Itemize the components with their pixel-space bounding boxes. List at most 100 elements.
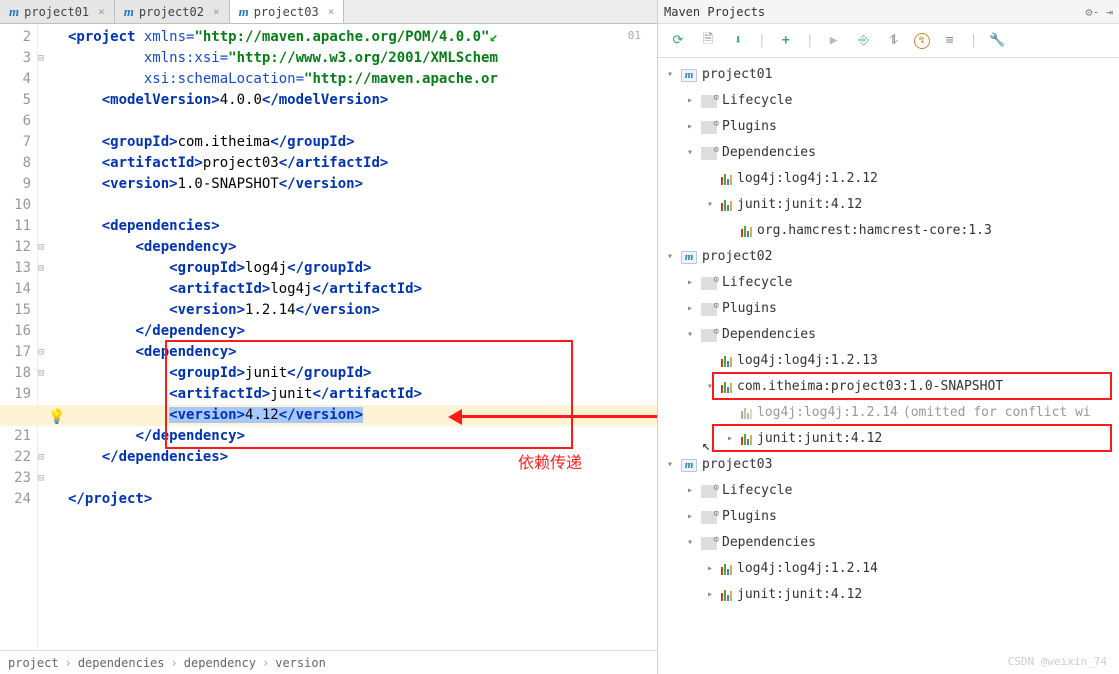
tab-project03[interactable]: mproject03×	[230, 0, 345, 23]
refresh-icon[interactable]: ⟳	[668, 31, 688, 51]
chevron-down-icon[interactable]: ▾	[664, 244, 676, 270]
tree-project02[interactable]: ▾project02	[664, 244, 1119, 270]
settings-icon[interactable]: 🔧	[987, 31, 1007, 51]
folder-gear-icon	[701, 277, 717, 290]
tree-label: Plugins	[722, 504, 777, 530]
run-icon[interactable]: ▶	[824, 31, 844, 51]
chevron-down-icon[interactable]: ▾	[684, 530, 696, 556]
crumb-dependency[interactable]: dependency	[184, 656, 256, 670]
attr-schema: xsi:schemaLocation=	[144, 71, 304, 87]
tree-dep-log4j[interactable]: log4j:log4j:1.2.13	[664, 348, 1119, 374]
gear-icon[interactable]: ⚙‑	[1085, 5, 1099, 19]
code-content[interactable]: <project xmlns="http://maven.apache.org/…	[52, 24, 498, 650]
maven-m-icon: m	[124, 4, 134, 20]
watermark: CSDN @weixin_74	[1008, 655, 1107, 668]
group-id-text: com.itheima	[178, 134, 271, 150]
maven-tree[interactable]: ▾project01 ▸Lifecycle ▸Plugins ▾Dependen…	[658, 58, 1119, 608]
tab-project01[interactable]: mproject01×	[0, 0, 115, 23]
close-icon[interactable]: ×	[98, 5, 105, 18]
dependency-icon	[721, 173, 732, 185]
tree-lifecycle[interactable]: ▸Lifecycle	[664, 478, 1119, 504]
gutter-arrow-icon: ↙	[489, 29, 497, 45]
tree-plugins[interactable]: ▸ Plugins	[664, 114, 1119, 140]
minimize-icon[interactable]: ⇥	[1106, 5, 1113, 19]
tree-dependencies[interactable]: ▾ Dependencies	[664, 322, 1119, 348]
dependency-icon	[721, 589, 732, 601]
crumb-version[interactable]: version	[275, 656, 326, 670]
tree-dep-hamcrest[interactable]: org.hamcrest:hamcrest-core:1.3	[664, 218, 1119, 244]
tree-lifecycle[interactable]: ▸ Lifecycle	[664, 88, 1119, 114]
tree-label: junit:junit:4.12	[737, 192, 862, 218]
dependency-icon	[721, 199, 732, 211]
tree-label: junit:junit:4.12	[737, 582, 862, 608]
chevron-right-icon[interactable]: ▸	[704, 556, 716, 582]
chevron-right-icon[interactable]: ▸	[684, 270, 696, 296]
chevron-down-icon[interactable]: ▾	[684, 322, 696, 348]
tree-label: log4j:log4j:1.2.14	[737, 556, 878, 582]
chevron-down-icon[interactable]: ▾	[664, 62, 676, 88]
tree-project01[interactable]: ▾ project01	[664, 62, 1119, 88]
tree-label: project01	[702, 62, 772, 88]
chevron-right-icon[interactable]: ▸	[684, 114, 696, 140]
maven-panel-title: Maven Projects	[664, 5, 765, 19]
toggle-offline-icon[interactable]: ⥮	[884, 31, 904, 51]
crumb-project[interactable]: project	[8, 656, 59, 670]
download-icon[interactable]: ⬇	[728, 31, 748, 51]
chevron-down-icon[interactable]: ▾	[704, 192, 716, 218]
model-version-text: 4.0.0	[220, 92, 262, 108]
tree-lifecycle[interactable]: ▸Lifecycle	[664, 270, 1119, 296]
crumb-dependencies[interactable]: dependencies	[78, 656, 165, 670]
tree-label: org.hamcrest:hamcrest-core:1.3	[757, 218, 992, 244]
tab-project02[interactable]: m project02 ×	[115, 0, 230, 23]
tree-plugins[interactable]: ▸Plugins	[664, 296, 1119, 322]
chevron-right-icon[interactable]: ▸	[684, 478, 696, 504]
tree-label: Dependencies	[722, 530, 816, 556]
skip-tests-icon[interactable]: ↯	[914, 33, 930, 49]
val-xmlns: "http://maven.apache.org/POM/4.0.0"	[194, 29, 489, 45]
folder-gear-icon	[701, 485, 717, 498]
breadcrumb[interactable]: project› dependencies› dependency› versi…	[0, 650, 657, 674]
close-icon[interactable]: ×	[328, 5, 335, 18]
folder-gear-icon	[701, 511, 717, 524]
annotation-text: 依赖传递	[518, 453, 582, 474]
fold-gutter[interactable]: ⊟⊟⊟⊟⊟⊟⊟	[38, 24, 52, 650]
tree-dep-junit[interactable]: ▾ junit:junit:4.12	[664, 192, 1119, 218]
chevron-down-icon[interactable]: ▾	[684, 140, 696, 166]
code-editor[interactable]: 01 💡 23456789101112131415161718192021222…	[0, 24, 657, 650]
tree-label: Plugins	[722, 114, 777, 140]
tree-dependencies[interactable]: ▾ Dependencies	[664, 530, 1119, 556]
version-text: 1.0-SNAPSHOT	[178, 176, 279, 192]
dependency-icon	[741, 407, 752, 419]
maven-m-icon: m	[239, 4, 249, 20]
tree-label: Dependencies	[722, 322, 816, 348]
tree-plugins[interactable]: ▸ Plugins	[664, 504, 1119, 530]
show-deps-icon[interactable]: ≡	[940, 31, 960, 51]
chevron-right-icon[interactable]: ▸	[684, 88, 696, 114]
chevron-right-icon[interactable]: ▸	[684, 504, 696, 530]
tree-label: log4j:log4j:1.2.12	[737, 166, 878, 192]
execute-icon[interactable]: ⎆	[854, 31, 874, 51]
maven-toolbar: ⟳ 🗎 ⬇ | + | ▶ ⎆ ⥮ ↯ ≡ | 🔧	[658, 24, 1119, 58]
tab-label: project02	[139, 5, 204, 19]
folder-gear-icon	[701, 95, 717, 108]
chevron-right-icon[interactable]: ▸	[684, 296, 696, 322]
tree-dep-junit[interactable]: ▸ junit:junit:4.12	[664, 582, 1119, 608]
tree-dep-log4j[interactable]: log4j:log4j:1.2.12	[664, 166, 1119, 192]
tree-dep-log4j[interactable]: ▸ log4j:log4j:1.2.14	[664, 556, 1119, 582]
folder-gear-icon	[701, 303, 717, 316]
tree-dep-omitted[interactable]: log4j:log4j:1.2.14 (omitted for conflict…	[664, 400, 1119, 426]
close-icon[interactable]: ×	[213, 5, 220, 18]
tree-label: Lifecycle	[722, 88, 792, 114]
chevron-right-icon[interactable]: ▸	[704, 582, 716, 608]
tree-project03[interactable]: ▾project03	[664, 452, 1119, 478]
maven-module-icon	[681, 250, 697, 264]
bulb-icon[interactable]: 💡	[48, 407, 65, 428]
artifact-id-text: project03	[203, 155, 279, 171]
tree-dependencies[interactable]: ▾Dependencies	[664, 140, 1119, 166]
dependency-icon	[721, 355, 732, 367]
dep1-group-text: log4j	[245, 260, 287, 276]
generate-icon[interactable]: 🗎	[698, 31, 718, 51]
tree-omitted-note: (omitted for conflict wi	[903, 400, 1091, 426]
chevron-down-icon[interactable]: ▾	[664, 452, 676, 478]
add-icon[interactable]: +	[776, 31, 796, 51]
